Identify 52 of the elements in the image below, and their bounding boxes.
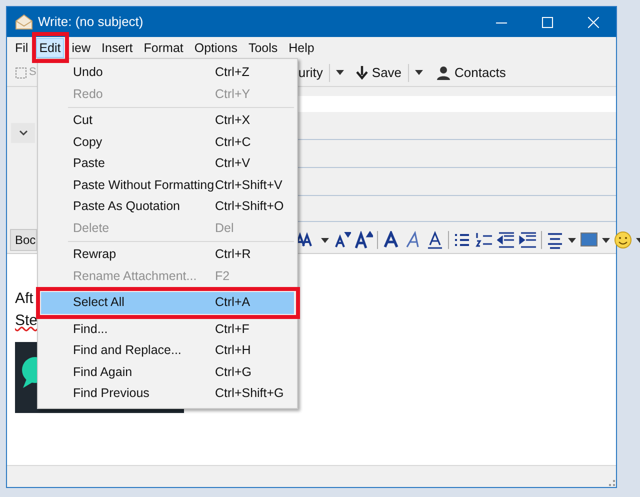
person-icon <box>436 66 450 80</box>
menu-item[interactable]: Copy Ctrl+C <box>41 132 294 153</box>
menu-bar-item[interactable]: Format <box>140 38 186 58</box>
menu-bar-item[interactable]: Insert <box>98 38 136 58</box>
dropdown-caret-icon[interactable] <box>602 238 610 242</box>
bulleted-list-icon[interactable] <box>452 231 471 249</box>
body-text: Aft <box>15 289 34 309</box>
window-title: Write: (no subject) <box>38 13 144 32</box>
smaller-font-icon[interactable] <box>332 231 351 249</box>
menu-item[interactable]: Paste Without FormattingCtrl+Shift+V <box>41 174 294 196</box>
highlight-frame <box>32 32 69 63</box>
dropdown-caret-icon[interactable] <box>414 70 423 75</box>
contacts-button[interactable]: Contacts <box>436 62 506 82</box>
menu-item[interactable]: Find... Ctrl+F <box>41 318 294 340</box>
dropdown-caret-icon[interactable] <box>568 238 576 242</box>
numbered-list-icon[interactable] <box>474 231 493 249</box>
italic-icon[interactable] <box>404 231 422 249</box>
menu-bar-item[interactable]: Help <box>286 38 318 58</box>
close-icon <box>588 16 598 28</box>
menu-item[interactable]: Paste As Quotation Ctrl+Shift+O <box>41 196 294 218</box>
menu-item[interactable]: Cut Ctrl+X <box>41 110 294 132</box>
menu-item[interactable]: Find Again Ctrl+G <box>41 362 294 383</box>
maximize-icon <box>542 16 552 28</box>
down-arrow-icon <box>356 66 368 80</box>
outdent-icon[interactable] <box>496 231 515 249</box>
recipient-field[interactable] <box>298 96 616 112</box>
menu-bar-item[interactable]: iew <box>68 38 94 58</box>
menu-bar-item[interactable]: Fil <box>12 38 32 58</box>
paragraph-format-select[interactable]: Boc <box>10 229 37 251</box>
save-button[interactable]: Save <box>356 62 402 82</box>
dropdown-caret-icon[interactable] <box>320 238 329 242</box>
menu-bar-item[interactable]: Tools <box>245 38 281 58</box>
chevron-down-icon <box>18 130 28 136</box>
color-swatch-icon[interactable] <box>580 231 598 249</box>
underline-icon[interactable] <box>426 231 444 249</box>
indent-icon[interactable] <box>518 231 537 249</box>
menu-item[interactable]: Find and Replace... Ctrl+H <box>41 340 294 362</box>
menu-item[interactable]: Find Previous Ctrl+Shift+G <box>41 383 294 404</box>
menu-item[interactable]: Undo Ctrl+Z <box>41 62 294 84</box>
smiley-icon[interactable] <box>614 231 632 249</box>
menu-bar-item[interactable]: Options <box>191 38 240 58</box>
menu-bar-item[interactable]: Edit <box>36 38 64 58</box>
security-button[interactable]: urity <box>298 62 323 82</box>
field-type-dropdown[interactable] <box>11 123 35 143</box>
menu-item[interactable]: Select All Ctrl+A <box>41 292 294 314</box>
envelope-icon <box>15 14 33 30</box>
larger-font-icon[interactable] <box>354 231 373 249</box>
dropdown-caret-icon[interactable] <box>336 70 344 75</box>
bold-icon[interactable] <box>382 231 400 249</box>
align-icon[interactable] <box>546 231 564 249</box>
menu-item[interactable]: Paste Ctrl+V <box>41 153 294 174</box>
body-text: Ste <box>15 311 38 331</box>
